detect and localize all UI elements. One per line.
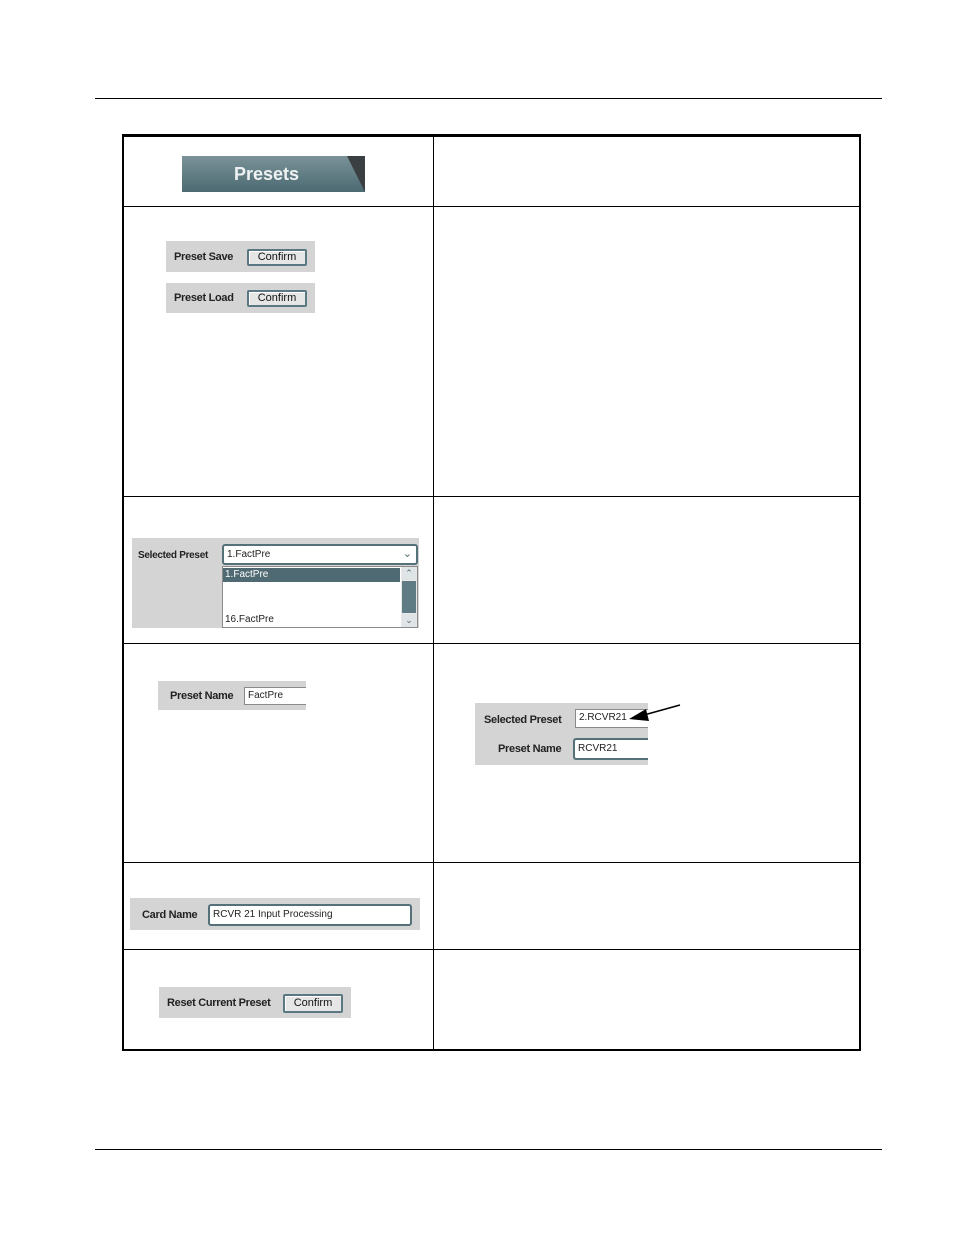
card-name-label: Card Name: [142, 909, 198, 921]
footer-rule: [95, 1149, 882, 1150]
presets-table: Presets Preset Save Confirm Preset Load …: [122, 134, 861, 1051]
card-name-panel: Card Name RCVR 21 Input Processing: [130, 898, 420, 930]
reset-preset-label: Reset Current Preset: [167, 997, 271, 1009]
card-name-input[interactable]: RCVR 21 Input Processing: [208, 904, 412, 926]
reset-preset-confirm-button[interactable]: Confirm: [283, 994, 343, 1013]
reset-preset-panel: Reset Current Preset Confirm: [159, 987, 351, 1018]
header-rule: [95, 98, 882, 99]
